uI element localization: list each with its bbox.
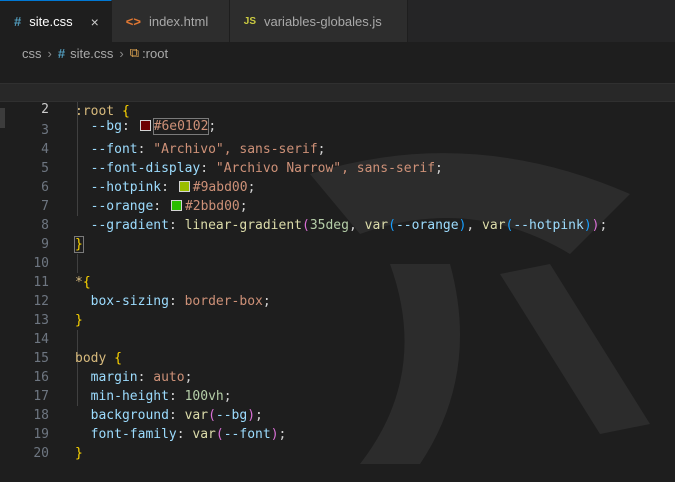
code-line: 19 } [0,406,675,461]
breadcrumb-file[interactable]: site.css [70,46,113,61]
editor-tab-bar: # site.css × <> index.html JS variables-… [0,0,675,42]
tab-index-html[interactable]: <> index.html [111,0,230,42]
css-file-icon: # [14,14,22,29]
line-content: } [75,446,83,461]
code-line: 1 :root { [0,64,675,119]
code-line: 14 body { [0,311,675,366]
code-line: 13 [0,292,675,328]
code-editor[interactable]: 1 :root { 2 --bg: #6e0102; 3 --font: "Ar… [0,64,675,479]
code-line-current: 2 --bg: #6e0102; [0,83,675,135]
code-line: 5 --hotpink: #9abd00; [0,140,675,195]
code-line: 11 box-sizing: border-box; [0,254,675,309]
js-file-icon: JS [243,15,256,27]
code-line: 6 --orange: #2bbd00; [0,159,675,214]
symbol-class-icon: ⧉ [129,45,140,60]
tab-label: variables-globales.js [264,13,382,29]
tab-label: index.html [148,13,209,29]
tab-label: site.css [29,14,73,29]
code-line: 17 background: var(--bg); [0,368,675,423]
tab-variables-globales-js[interactable]: JS variables-globales.js [229,0,408,42]
chevron-right-icon: › [47,45,52,61]
tab-bar-empty-space [407,0,675,42]
html-file-icon: <> [125,13,141,29]
breadcrumb-symbol[interactable]: :root [142,46,168,61]
css-file-icon: # [57,45,66,61]
breadcrumb-folder[interactable]: css [22,46,42,61]
breadcrumb: css › # site.css › ⧉ :root [0,42,675,64]
code-line: 15 margin: auto; [0,330,675,385]
code-line: 9 [0,216,675,252]
code-line: 16 min-height: 100vh; [0,349,675,404]
close-icon[interactable]: × [91,14,99,30]
code-line: 3 --font: "Archivo", sans-serif; [0,102,675,157]
code-line: 18 font-family: var(--font); [0,387,675,442]
code-line: 4 --font-display: "Archivo Narrow", sans… [0,121,675,176]
code-line: 12 } [0,273,675,328]
code-line: 10 *{ [0,235,675,290]
chevron-right-icon: › [119,45,124,61]
line-number: 20 [33,446,49,461]
tab-site-css[interactable]: # site.css × [0,0,112,42]
code-line: 8 } [0,197,675,253]
code-line: 7 --gradient: linear-gradient(35deg, var… [0,178,675,233]
code-line: 20 [0,425,675,461]
